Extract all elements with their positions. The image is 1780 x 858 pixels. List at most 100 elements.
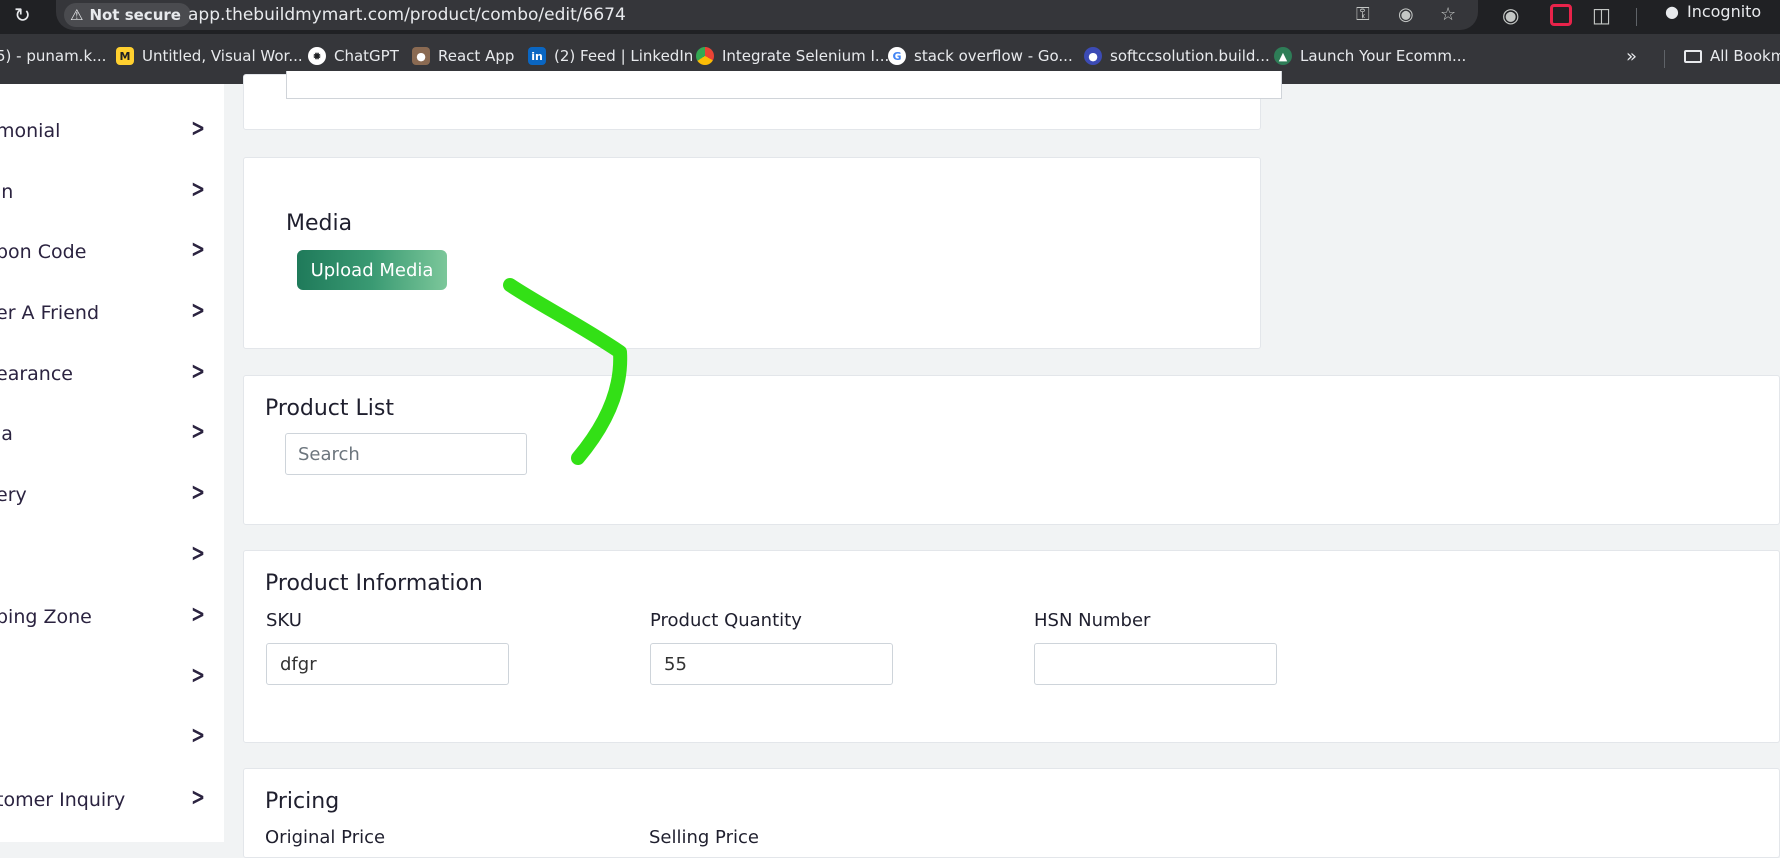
security-label: Not secure bbox=[89, 6, 181, 24]
sidebar-item[interactable]: earance > bbox=[0, 355, 224, 395]
chevron-right-icon: > bbox=[191, 661, 206, 689]
bookmark-label: (2) Feed | LinkedIn bbox=[554, 47, 694, 65]
sidebar-item-label: monial bbox=[0, 120, 61, 142]
product-search-input[interactable] bbox=[285, 433, 527, 475]
sku-input[interactable] bbox=[266, 643, 509, 685]
hsn-number-label: HSN Number bbox=[1034, 610, 1151, 631]
more-bookmarks-icon[interactable]: » bbox=[1626, 46, 1637, 67]
security-chip[interactable]: ⚠ Not secure bbox=[64, 3, 191, 27]
bookmark-divider bbox=[1664, 50, 1665, 68]
ecommerce-icon: ▲ bbox=[1274, 47, 1292, 65]
product-information-title: Product Information bbox=[265, 571, 483, 596]
extension-icon[interactable]: ◉ bbox=[1502, 3, 1519, 27]
warning-icon: ⚠ bbox=[70, 6, 84, 24]
sidebar-item[interactable]: in > bbox=[0, 173, 224, 213]
bookmark-label: 5) - punam.k... bbox=[0, 47, 107, 65]
sidebar-item[interactable]: monial > bbox=[0, 112, 224, 152]
incognito-icon: ● bbox=[1665, 2, 1679, 21]
hsn-number-input[interactable] bbox=[1034, 643, 1277, 685]
chatgpt-icon: ✹ bbox=[308, 47, 326, 65]
chevron-right-icon: > bbox=[191, 721, 206, 749]
pricing-title: Pricing bbox=[265, 789, 340, 814]
upload-media-button[interactable]: Upload Media bbox=[297, 250, 447, 290]
main-content: Media Upload Media Product List Product … bbox=[224, 71, 1780, 858]
folder-icon bbox=[1684, 49, 1702, 63]
sidebar-item-label: pon Code bbox=[0, 241, 87, 263]
bookmark-label: React App bbox=[438, 47, 515, 65]
site-icon: ● bbox=[1084, 47, 1102, 65]
chevron-right-icon: > bbox=[191, 478, 206, 506]
reload-icon[interactable]: ↻ bbox=[14, 3, 31, 27]
chevron-right-icon: > bbox=[191, 600, 206, 628]
bookmark-label: stack overflow - Go... bbox=[914, 47, 1073, 65]
bookmark-item[interactable]: ● React App bbox=[412, 47, 514, 65]
sidebar-item[interactable]: > bbox=[0, 659, 224, 699]
bookmark-item[interactable]: M Untitled, Visual Wor... bbox=[116, 47, 303, 65]
sidebar-item-label: earance bbox=[0, 363, 73, 385]
google-icon: G bbox=[888, 47, 906, 65]
pricing-card: Pricing Original Price Selling Price bbox=[243, 768, 1780, 858]
bookmark-item[interactable]: ● softccsolution.build... bbox=[1084, 47, 1270, 65]
product-quantity-label: Product Quantity bbox=[650, 610, 802, 631]
chevron-right-icon: > bbox=[191, 783, 206, 811]
puzzle-icon[interactable]: ◫ bbox=[1592, 3, 1611, 27]
sidebar-item-label: in bbox=[0, 181, 14, 203]
sidebar-item[interactable]: ery > bbox=[0, 476, 224, 516]
bookmark-item[interactable]: in (2) Feed | LinkedIn bbox=[528, 47, 693, 65]
sidebar-item-label: ia bbox=[0, 423, 13, 445]
bookmark-item[interactable]: Integrate Selenium I... bbox=[696, 47, 889, 65]
bookmark-label: softccsolution.build... bbox=[1110, 47, 1270, 65]
media-title: Media bbox=[286, 211, 353, 236]
sidebar-item[interactable]: tomer Inquiry > bbox=[0, 781, 224, 821]
star-icon[interactable]: ☆ bbox=[1440, 4, 1456, 25]
eye-off-icon[interactable]: ◉ bbox=[1398, 4, 1414, 25]
address-bar[interactable]: ⚠ Not secure app.thebuildmymart.com/prod… bbox=[56, 0, 1478, 30]
all-bookmarks-label: All Bookm bbox=[1710, 47, 1780, 65]
description-card bbox=[243, 71, 1282, 130]
chrome-icon bbox=[696, 47, 714, 65]
incognito-label: Incognito bbox=[1686, 2, 1762, 21]
selling-price-label: Selling Price bbox=[649, 827, 759, 848]
toolbar-divider bbox=[1636, 8, 1637, 26]
chevron-right-icon: > bbox=[191, 417, 206, 445]
browser-toolbar: ↻ ⚠ Not secure app.thebuildmymart.com/pr… bbox=[0, 0, 1780, 34]
bookmark-label: Untitled, Visual Wor... bbox=[142, 47, 303, 65]
miro-icon: M bbox=[116, 47, 134, 65]
bookmark-label: Launch Your Ecomm... bbox=[1300, 47, 1467, 65]
bookmark-item[interactable]: ✹ ChatGPT bbox=[308, 47, 399, 65]
bookmark-label: ChatGPT bbox=[334, 47, 399, 65]
chevron-right-icon: > bbox=[191, 539, 206, 567]
chevron-right-icon: > bbox=[191, 357, 206, 385]
incognito-indicator[interactable]: ● Incognito bbox=[1665, 2, 1761, 21]
sidebar-item[interactable]: pon Code > bbox=[0, 233, 224, 273]
sidebar-item-label: er A Friend bbox=[0, 302, 100, 324]
sidebar-item[interactable]: er A Friend > bbox=[0, 294, 224, 334]
chevron-right-icon: > bbox=[191, 296, 206, 324]
sidebar-item[interactable]: ia > bbox=[0, 415, 224, 455]
all-bookmarks[interactable]: All Bookm bbox=[1684, 47, 1780, 65]
bookmark-item[interactable]: 5) - punam.k... bbox=[0, 47, 106, 65]
product-quantity-input[interactable] bbox=[650, 643, 893, 685]
sidebar-item[interactable]: > bbox=[0, 719, 224, 759]
bookmark-label: Integrate Selenium I... bbox=[722, 47, 890, 65]
bookmark-item[interactable]: ▲ Launch Your Ecomm... bbox=[1274, 47, 1466, 65]
sidebar-item-label: tomer Inquiry bbox=[0, 789, 126, 811]
original-price-label: Original Price bbox=[265, 827, 386, 848]
sidebar-item-label: ping Zone bbox=[0, 606, 92, 628]
chevron-right-icon: > bbox=[191, 235, 206, 263]
chevron-right-icon: > bbox=[191, 175, 206, 203]
sidebar-item-label: ery bbox=[0, 484, 27, 506]
bookmark-item[interactable]: G stack overflow - Go... bbox=[888, 47, 1073, 65]
sku-label: SKU bbox=[266, 610, 302, 631]
product-list-title: Product List bbox=[265, 396, 394, 421]
editor-toolbar[interactable] bbox=[286, 71, 1282, 99]
extension-red-icon[interactable] bbox=[1550, 4, 1572, 26]
react-app-icon: ● bbox=[412, 47, 430, 65]
sidebar-item[interactable]: ping Zone > bbox=[0, 598, 224, 638]
key-icon[interactable]: ⚿ bbox=[1356, 4, 1370, 25]
sidebar-item[interactable]: > bbox=[0, 537, 224, 577]
chevron-right-icon: > bbox=[191, 114, 206, 142]
url-text[interactable]: app.thebuildmymart.com/product/combo/edi… bbox=[188, 5, 626, 25]
sidebar: monial > in > pon Code > er A Friend > e… bbox=[0, 84, 224, 842]
linkedin-icon: in bbox=[528, 47, 546, 65]
